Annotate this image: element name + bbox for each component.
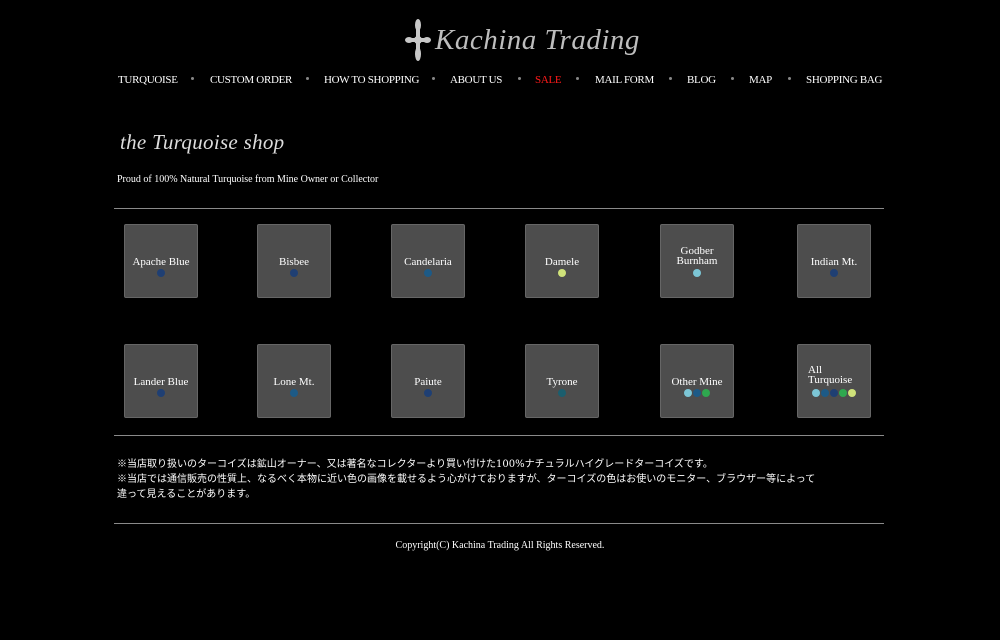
divider [114, 523, 884, 524]
color-dots [526, 269, 598, 277]
tile-label: Paiute [414, 376, 442, 388]
tile-lander-blue[interactable]: Lander Blue [124, 344, 198, 418]
tile-paiute[interactable]: Paiute [391, 344, 465, 418]
color-dot [290, 389, 298, 397]
color-dots [125, 389, 197, 397]
copyright: Copyright(C) Kachina Trading All Rights … [395, 540, 605, 551]
nav-separator [576, 77, 579, 80]
logo-text: Kachina Trading [435, 23, 640, 56]
nav-map[interactable]: MAP [749, 73, 772, 87]
color-dots [661, 269, 733, 277]
nav-about-us[interactable]: ABOUT US [450, 73, 502, 87]
color-dot [290, 269, 298, 277]
color-dot [157, 389, 165, 397]
notes: ※当店取り扱いのターコイズは鉱山オーナー、又は著名なコレクターより買い付けた10… [117, 457, 815, 502]
color-dot [558, 269, 566, 277]
nav-custom-order[interactable]: CUSTOM ORDER [210, 73, 292, 87]
nav-blog[interactable]: BLOG [687, 73, 716, 87]
nav-separator [788, 77, 791, 80]
nav-separator [518, 77, 521, 80]
color-dots [661, 389, 733, 397]
fleur-cross-icon [405, 19, 431, 61]
color-dot [848, 389, 856, 397]
site-logo[interactable]: Kachina Trading [405, 12, 640, 68]
tile-label: Damele [544, 256, 580, 268]
nav-separator [669, 77, 672, 80]
color-dot [702, 389, 710, 397]
tile-godber-burnham[interactable]: Godber Burnham [660, 224, 734, 298]
color-dot [558, 389, 566, 397]
tile-lone-mt[interactable]: Lone Mt. [257, 344, 331, 418]
tile-label: Bisbee [279, 256, 309, 268]
tile-damele[interactable]: Damele [525, 224, 599, 298]
tile-label: Other Mine [671, 376, 723, 388]
page-title: the Turquoise shop [120, 130, 285, 154]
color-dot [424, 269, 432, 277]
color-dot [693, 269, 701, 277]
main-nav: TURQUOISE CUSTOM ORDER HOW TO SHOPPING A… [118, 73, 882, 89]
tile-indian-mt[interactable]: Indian Mt. [797, 224, 871, 298]
tile-other-mine[interactable]: Other Mine [660, 344, 734, 418]
color-dot [157, 269, 165, 277]
color-dots [526, 389, 598, 397]
nav-separator [432, 77, 435, 80]
color-dots [125, 269, 197, 277]
tile-label: Godber Burnham [676, 245, 718, 267]
tile-label: Apache Blue [132, 256, 190, 268]
color-dot [830, 389, 838, 397]
color-dot [424, 389, 432, 397]
tile-label: Lander Blue [133, 376, 189, 388]
color-dot [684, 389, 692, 397]
color-dot [830, 269, 838, 277]
nav-separator [731, 77, 734, 80]
note-line: 違って見えることがあります。 [117, 489, 256, 500]
color-dot [821, 389, 829, 397]
tile-all-turquoise[interactable]: All Turquoise [797, 344, 871, 418]
tile-label: Indian Mt. [810, 256, 858, 268]
nav-separator [191, 77, 194, 80]
divider [114, 435, 884, 436]
nav-sale[interactable]: SALE [535, 73, 562, 87]
tile-label: All Turquoise [808, 364, 853, 386]
color-dots [392, 269, 464, 277]
page-subtitle: Proud of 100% Natural Turquoise from Min… [117, 174, 379, 185]
nav-turquoise[interactable]: TURQUOISE [118, 73, 178, 87]
color-dot [693, 389, 701, 397]
note-line: ※当店取り扱いのターコイズは鉱山オーナー、又は著名なコレクターより買い付けた10… [117, 459, 713, 470]
color-dot [812, 389, 820, 397]
tile-apache-blue[interactable]: Apache Blue [124, 224, 198, 298]
divider [114, 208, 884, 209]
tile-label: Candelaria [404, 256, 452, 268]
tile-label: Tyrone [546, 376, 578, 388]
color-dot [839, 389, 847, 397]
tile-candelaria[interactable]: Candelaria [391, 224, 465, 298]
color-dots [392, 389, 464, 397]
note-line: ※当店では通信販売の性質上、なるべく本物に近い色の画像を載せるよう心がけておりま… [117, 474, 816, 485]
tile-bisbee[interactable]: Bisbee [257, 224, 331, 298]
color-dots [812, 389, 870, 397]
nav-mail-form[interactable]: MAIL FORM [595, 73, 654, 87]
nav-separator [306, 77, 309, 80]
nav-how-to-shopping[interactable]: HOW TO SHOPPING [324, 73, 419, 87]
color-dots [258, 389, 330, 397]
color-dots [798, 269, 870, 277]
color-dots [258, 269, 330, 277]
nav-shopping-bag[interactable]: SHOPPING BAG [806, 73, 882, 87]
tile-label: Lone Mt. [273, 376, 315, 388]
tile-tyrone[interactable]: Tyrone [525, 344, 599, 418]
